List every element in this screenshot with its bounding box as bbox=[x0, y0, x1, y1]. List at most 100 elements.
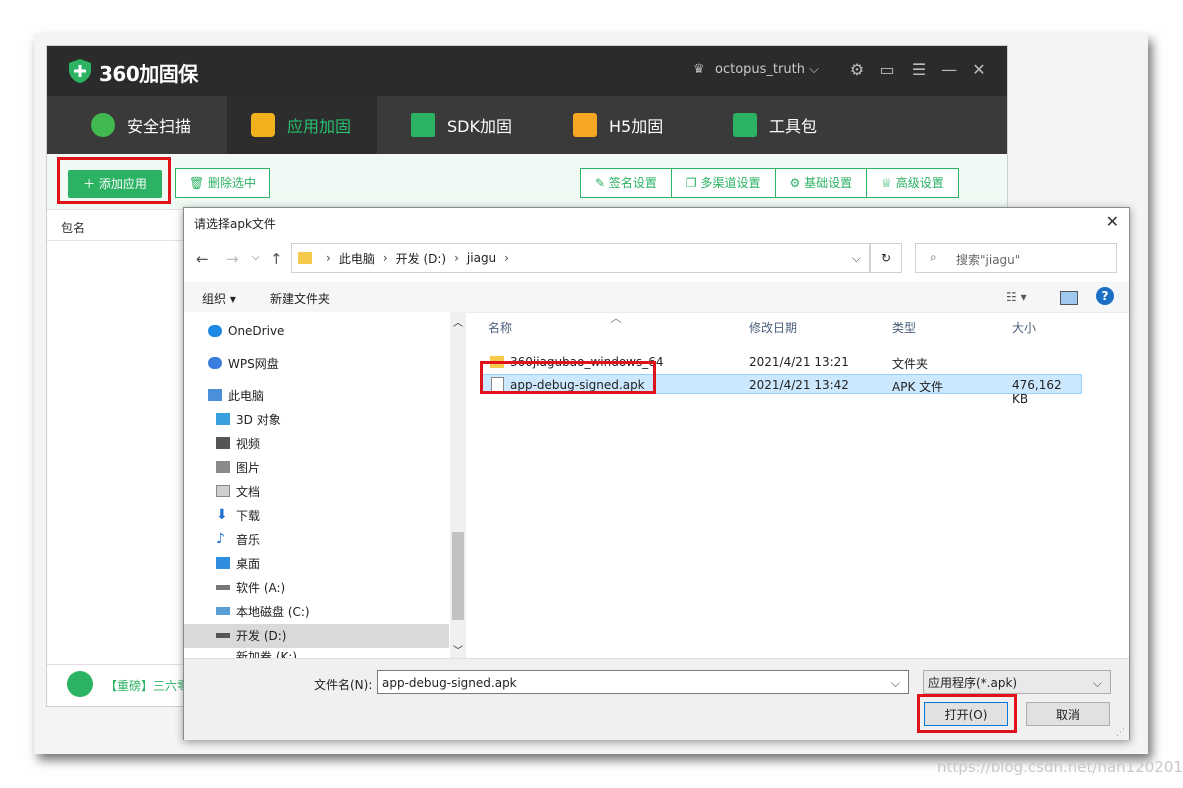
tree-item-pictures[interactable]: 图片 bbox=[216, 456, 260, 478]
scan-icon bbox=[91, 113, 115, 137]
tree-item-3d[interactable]: 3D 对象 bbox=[216, 408, 281, 430]
button-label: 签名设置 bbox=[608, 176, 657, 190]
tree-label: 开发 (D:) bbox=[236, 628, 287, 643]
filename-input[interactable]: app-debug-signed.apk ⌵ bbox=[377, 670, 909, 694]
basic-settings-button[interactable]: ⚙ 基础设置 bbox=[776, 169, 868, 197]
file-date: 2021/4/21 13:21 bbox=[749, 355, 849, 369]
help-icon[interactable]: ? bbox=[1096, 287, 1114, 305]
html5-icon bbox=[573, 113, 597, 137]
view-options-icon[interactable]: ☷ ▾ bbox=[1006, 290, 1027, 304]
breadcrumb-item[interactable]: 此电脑 bbox=[339, 250, 375, 267]
dialog-title: 请选择apk文件 bbox=[194, 217, 276, 231]
button-label: 基础设置 bbox=[804, 176, 853, 190]
delete-selected-button[interactable]: 🗑 删除选中 bbox=[175, 168, 270, 198]
tree-item-drive-k[interactable]: 新加卷 (K:) bbox=[236, 648, 297, 658]
filetype-select[interactable]: 应用程序(*.apk) ⌵ bbox=[923, 670, 1111, 694]
close-icon[interactable]: ✕ bbox=[969, 60, 989, 80]
highlight-open-button bbox=[917, 694, 1017, 733]
chevron-down-icon[interactable]: ⌵ bbox=[852, 251, 861, 266]
refresh-icon[interactable]: ↻ bbox=[870, 243, 902, 273]
tree-item-documents[interactable]: 文档 bbox=[216, 480, 260, 502]
menu-icon[interactable]: ☰ bbox=[909, 60, 929, 80]
tab-label: SDK加固 bbox=[447, 117, 512, 136]
chevron-right-icon: › bbox=[382, 251, 388, 265]
sdk-icon bbox=[411, 113, 435, 137]
tab-toolkit[interactable]: 工具包 bbox=[733, 96, 873, 154]
column-type[interactable]: 类型 bbox=[892, 312, 916, 344]
tree-label: 3D 对象 bbox=[236, 412, 281, 427]
search-input[interactable]: ⌕ 搜索"jiagu" bbox=[915, 243, 1117, 273]
tree-item-drive-a[interactable]: 软件 (A:) bbox=[216, 576, 285, 598]
tree-label: 视频 bbox=[236, 436, 261, 451]
chevron-down-icon[interactable]: ⌵ bbox=[891, 671, 900, 695]
file-open-dialog: 请选择apk文件 ✕ ← → ⌵ ↑ › 此电脑 › 开发 (D:) › jia… bbox=[183, 207, 1130, 740]
address-bar[interactable]: › 此电脑 › 开发 (D:) › jiagu › ⌵ bbox=[291, 243, 870, 273]
column-date[interactable]: 修改日期 bbox=[749, 312, 797, 344]
forward-icon[interactable]: → bbox=[226, 250, 239, 268]
column-package-name: 包名 bbox=[61, 221, 86, 235]
tree-label: 软件 (A:) bbox=[236, 580, 286, 595]
cloud-icon bbox=[208, 325, 222, 337]
user-menu[interactable]: octopus_truth ⌵ bbox=[715, 62, 819, 77]
gear-icon: ⚙ bbox=[789, 176, 801, 190]
tree-scrollbar[interactable]: ︿ ﹀ bbox=[450, 312, 466, 658]
news-text[interactable]: 【重磅】三六零 bbox=[105, 677, 189, 694]
tree-label: WPS网盘 bbox=[228, 356, 279, 371]
button-label: 高级设置 bbox=[895, 176, 944, 190]
tab-h5-harden[interactable]: H5加固 bbox=[573, 96, 713, 154]
scrollbar-thumb[interactable] bbox=[452, 532, 464, 620]
tab-sdk-harden[interactable]: SDK加固 bbox=[411, 96, 551, 154]
scroll-down-icon[interactable]: ﹀ bbox=[453, 642, 463, 657]
tree-item-wps[interactable]: WPS网盘 bbox=[208, 352, 279, 374]
action-toolbar: ＋ 添加应用 🗑 删除选中 ✎ 签名设置 ❐ 多渠道设置 ⚙ 基础设置 ♕ 高级… bbox=[47, 154, 1007, 210]
tree-item-drive-d[interactable]: 开发 (D:) bbox=[216, 624, 286, 646]
recent-dropdown-icon[interactable]: ⌵ bbox=[252, 252, 260, 263]
preview-pane-icon[interactable] bbox=[1060, 291, 1078, 305]
breadcrumb-item[interactable]: jiagu bbox=[467, 251, 496, 265]
column-name[interactable]: 名称 bbox=[488, 312, 512, 344]
chevron-right-icon: › bbox=[454, 251, 459, 265]
tab-label: 应用加固 bbox=[287, 117, 352, 136]
breadcrumb-item[interactable]: 开发 (D:) bbox=[396, 250, 446, 267]
crown-icon: ♛ bbox=[693, 62, 705, 77]
column-size[interactable]: 大小 bbox=[1012, 312, 1036, 344]
settings-icon[interactable]: ⚙ bbox=[847, 60, 867, 80]
tree-label: 音乐 bbox=[236, 532, 261, 547]
tab-app-harden[interactable]: 应用加固 bbox=[227, 96, 377, 154]
file-type: 文件夹 bbox=[892, 357, 929, 371]
tree-label: 此电脑 bbox=[228, 388, 265, 403]
search-placeholder: 搜索"jiagu" bbox=[956, 253, 1021, 267]
tree-item-downloads[interactable]: ⬇ 下载 bbox=[216, 504, 260, 526]
tree-label: 文档 bbox=[236, 484, 261, 499]
tree-label: 新加卷 (K:) bbox=[236, 650, 298, 658]
tree-item-videos[interactable]: 视频 bbox=[216, 432, 260, 454]
file-type: APK 文件 bbox=[892, 380, 944, 394]
feedback-icon[interactable]: ▭ bbox=[877, 60, 897, 80]
app-title: 360加固保 bbox=[99, 62, 198, 86]
organize-menu[interactable]: 组织 ▾ bbox=[202, 290, 236, 307]
back-icon[interactable]: ← bbox=[196, 250, 209, 268]
multichannel-settings-button[interactable]: ❐ 多渠道设置 bbox=[672, 169, 776, 197]
drive-icon bbox=[216, 607, 230, 615]
advanced-settings-button[interactable]: ♕ 高级设置 bbox=[867, 169, 958, 197]
trash-icon: 🗑 bbox=[188, 176, 205, 190]
sort-asc-icon: ︿ bbox=[610, 311, 623, 325]
chevron-down-icon: ⌵ bbox=[1092, 676, 1102, 690]
cancel-button[interactable]: 取消 bbox=[1026, 702, 1110, 726]
up-icon[interactable]: ↑ bbox=[270, 250, 283, 268]
tree-item-this-pc[interactable]: 此电脑 bbox=[208, 384, 264, 406]
signature-settings-button[interactable]: ✎ 签名设置 bbox=[581, 169, 672, 197]
minimize-icon[interactable]: — bbox=[939, 60, 959, 80]
tab-security-scan[interactable]: 安全扫描 bbox=[91, 96, 231, 154]
close-icon[interactable]: ✕ bbox=[1106, 212, 1119, 231]
resize-grip-icon[interactable]: ⋰ bbox=[1116, 728, 1125, 738]
computer-icon bbox=[208, 389, 222, 401]
tree-label: 下载 bbox=[236, 508, 261, 523]
tree-item-drive-c[interactable]: 本地磁盘 (C:) bbox=[216, 600, 310, 622]
scroll-up-icon[interactable]: ︿ bbox=[453, 314, 463, 329]
tree-item-onedrive[interactable]: OneDrive bbox=[208, 320, 284, 342]
tree-item-desktop[interactable]: 桌面 bbox=[216, 552, 260, 574]
new-folder-button[interactable]: 新建文件夹 bbox=[270, 290, 330, 307]
tree-item-music[interactable]: ♪ 音乐 bbox=[216, 528, 260, 550]
document-icon bbox=[216, 485, 230, 497]
